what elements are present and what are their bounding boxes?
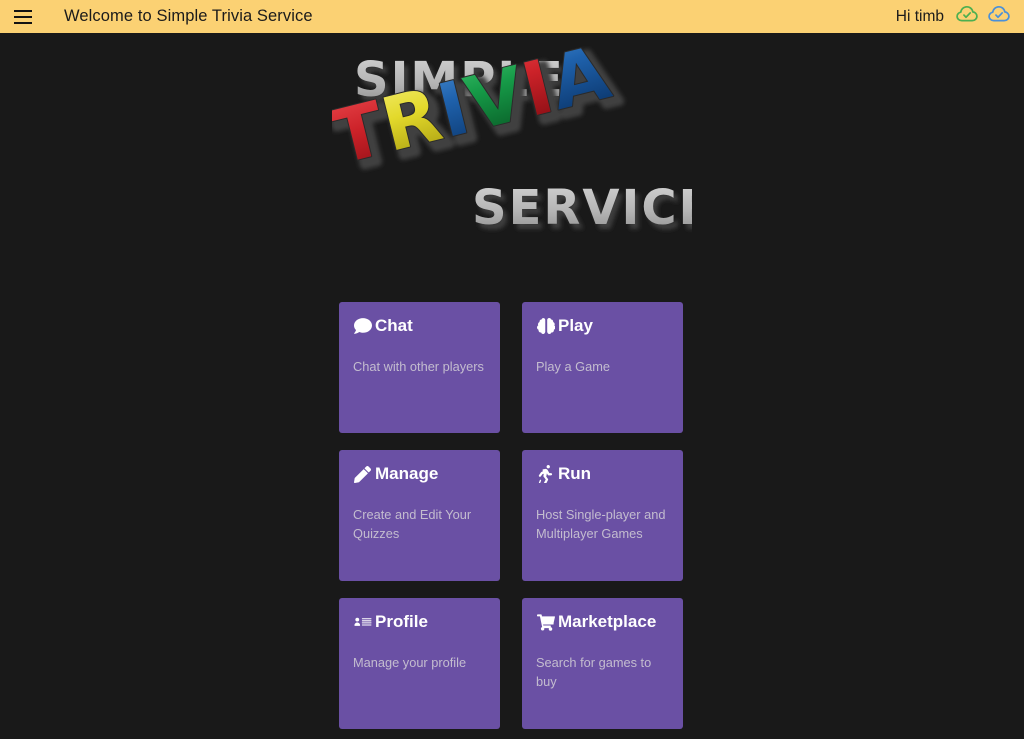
header-right-group: Hi timb (896, 5, 1010, 28)
card-manage[interactable]: Manage Create and Edit Your Quizzes (339, 450, 500, 581)
hamburger-bar-3 (14, 21, 32, 24)
brand-logo: SIMPLE SIMPLE TRIVIA TRIVIA TRIVIA SERVI… (0, 46, 1024, 246)
card-run-title-row: Run (536, 464, 669, 484)
hamburger-bar-2 (14, 15, 32, 18)
svg-text:SERVICE: SERVICE (472, 180, 692, 236)
hamburger-bar-1 (14, 9, 32, 12)
card-play-title-row: Play (536, 316, 669, 336)
card-marketplace-title-row: Marketplace (536, 612, 669, 632)
comment-icon (353, 317, 372, 336)
card-play-title: Play (558, 316, 593, 335)
card-profile-title: Profile (375, 612, 428, 631)
card-chat-title: Chat (375, 316, 413, 335)
feature-card-grid: Chat Chat with other players Play Play a… (339, 302, 684, 729)
hamburger-menu-icon[interactable] (10, 4, 36, 30)
card-play-desc: Play a Game (536, 359, 610, 374)
card-marketplace[interactable]: Marketplace Search for games to buy (522, 598, 683, 729)
card-profile-desc: Manage your profile (353, 655, 467, 670)
card-play[interactable]: Play Play a Game (522, 302, 683, 433)
cloud-check-green-icon[interactable] (956, 5, 978, 28)
user-greeting: Hi timb (895, 7, 944, 25)
card-manage-title-row: Manage (353, 464, 486, 484)
card-run[interactable]: Run Host Single-player and Multiplayer G… (522, 450, 683, 581)
shopping-cart-icon (536, 613, 555, 632)
card-manage-title: Manage (375, 464, 439, 483)
card-chat-title-row: Chat (353, 316, 486, 336)
pencil-icon (353, 465, 372, 484)
card-profile-title-row: Profile (353, 612, 486, 632)
app-header-bar: Welcome to Simple Trivia Service Hi timb (0, 0, 1024, 33)
card-run-title: Run (558, 464, 592, 483)
page-title: Welcome to Simple Trivia Service (64, 7, 313, 25)
user-list-icon (353, 613, 372, 632)
brand-logo-graphic: SIMPLE SIMPLE TRIVIA TRIVIA TRIVIA SERVI… (332, 46, 692, 241)
card-profile[interactable]: Profile Manage your profile (339, 598, 500, 729)
card-chat-desc: Chat with other players (353, 359, 484, 374)
card-manage-desc: Create and Edit Your Quizzes (353, 507, 472, 541)
card-chat[interactable]: Chat Chat with other players (339, 302, 500, 433)
card-run-desc: Host Single-player and Multiplayer Games (536, 507, 666, 541)
card-marketplace-desc: Search for games to buy (536, 655, 652, 689)
card-marketplace-title: Marketplace (558, 612, 657, 631)
cloud-check-blue-icon[interactable] (988, 5, 1010, 28)
running-person-icon (536, 465, 555, 484)
logo-word-service: SERVICE SERVICE (472, 180, 692, 241)
brain-icon (536, 317, 555, 336)
